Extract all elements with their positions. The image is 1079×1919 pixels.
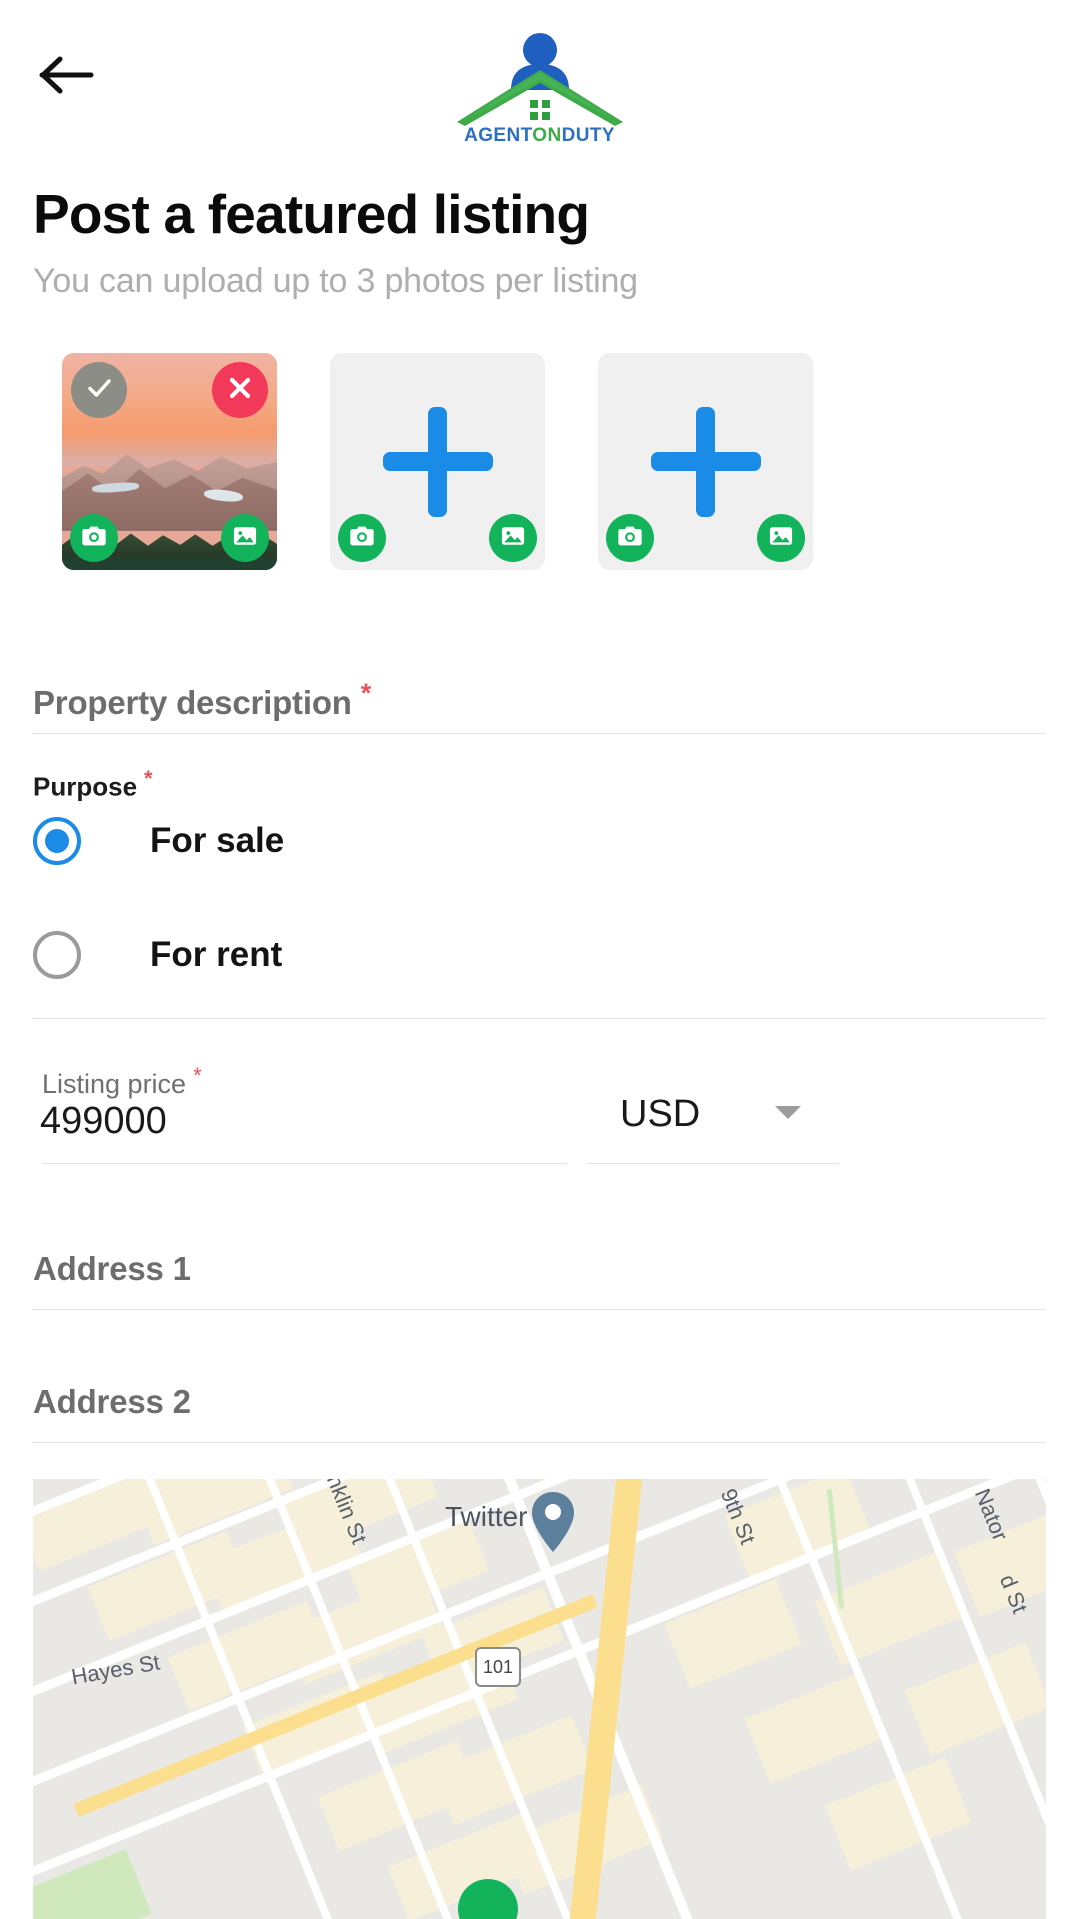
photo-tile-2[interactable] [330, 353, 545, 570]
photo-gallery-button-2[interactable] [489, 514, 537, 562]
plus-icon [650, 406, 761, 517]
app-logo: AGENTONDUTY [440, 28, 640, 160]
purpose-option-for-sale[interactable]: For sale [33, 817, 284, 865]
listing-price-input[interactable]: 499000 [40, 1100, 167, 1143]
logo-wordmark: AGENTONDUTY [464, 126, 615, 145]
listing-price-label-text: Listing price [42, 1069, 187, 1099]
photo-selected-check-button[interactable] [71, 362, 127, 418]
map-pin-icon[interactable] [530, 1491, 576, 1553]
currency-select-value[interactable]: USD [620, 1093, 700, 1136]
image-icon [231, 522, 259, 555]
address2-label: Address 2 [33, 1383, 191, 1420]
logo-mark-icon [455, 28, 625, 128]
photo-gallery-button-1[interactable] [221, 514, 269, 562]
radio-button-for-sale[interactable] [33, 817, 81, 865]
purpose-option-label: For sale [150, 821, 285, 860]
photo-upload-row [62, 353, 813, 570]
photo-tile-1[interactable] [62, 353, 277, 570]
close-icon [225, 373, 255, 408]
camera-icon [616, 522, 644, 555]
app-header: AGENTONDUTY [0, 0, 1079, 170]
photo-tile-3[interactable] [598, 353, 813, 570]
listing-price-underline [42, 1163, 567, 1164]
photo-gallery-button-3[interactable] [757, 514, 805, 562]
check-icon [83, 372, 115, 409]
address2-underline [33, 1442, 1046, 1443]
currency-select-underline [587, 1163, 839, 1164]
post-listing-screen: AGENTONDUTY Post a featured listing You … [0, 0, 1079, 1919]
property-description-heading: Property description * [33, 678, 371, 722]
property-description-divider [33, 733, 1046, 734]
photo-camera-button-1[interactable] [70, 514, 118, 562]
address1-underline [33, 1309, 1046, 1310]
photo-camera-button-3[interactable] [606, 514, 654, 562]
purpose-label: Purpose [33, 771, 138, 802]
required-asterisk: * [144, 766, 153, 791]
camera-icon [80, 522, 108, 555]
logo-word-duty: DUTY [561, 125, 615, 146]
image-icon [499, 522, 527, 555]
property-description-label: Property description [33, 684, 352, 721]
chevron-down-icon[interactable] [775, 1106, 801, 1119]
highway-shield-number: 101 [482, 1656, 514, 1677]
map-label-twitter: Twitter [445, 1501, 528, 1532]
logo-word-agent: AGENT [464, 125, 533, 146]
required-asterisk: * [360, 678, 372, 708]
radio-button-for-rent[interactable] [33, 931, 81, 979]
logo-word-on: ON [532, 125, 562, 146]
arrow-left-icon [39, 55, 95, 95]
highway-shield-101: 101 [475, 1647, 521, 1687]
photo-camera-button-2[interactable] [338, 514, 386, 562]
page-title: Post a featured listing [33, 183, 590, 245]
photo-remove-button[interactable] [212, 362, 268, 418]
page-subtitle: You can upload up to 3 photos per listin… [33, 262, 638, 300]
purpose-option-for-rent[interactable]: For rent [33, 931, 282, 979]
purpose-option-label: For rent [150, 935, 283, 974]
image-icon [767, 522, 795, 555]
listing-price-label: Listing price * [42, 1063, 202, 1100]
required-asterisk: * [193, 1063, 202, 1088]
address1-label: Address 1 [33, 1250, 191, 1287]
purpose-heading: Purpose * [33, 766, 153, 803]
plus-icon [382, 406, 493, 517]
location-map[interactable]: Twitter Hayes St nklin St 9th St Nator d… [33, 1479, 1046, 1919]
camera-icon [348, 522, 376, 555]
back-button[interactable] [34, 42, 100, 108]
purpose-divider [33, 1018, 1046, 1019]
